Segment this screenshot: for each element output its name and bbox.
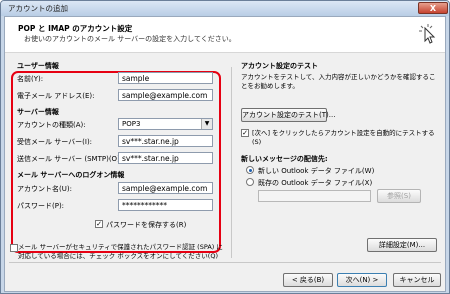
auto-test-label[interactable]: [次へ] をクリックしたらアカウント設定を自動的にテストする(S) [252, 129, 438, 147]
logon-info-heading: メール サーバーへのログオン情報 [17, 171, 125, 179]
pointer-click-icon [419, 24, 436, 44]
page-title: POP と IMAP のアカウント設定 [18, 24, 133, 33]
spa-label[interactable]: メール サーバーがセキュリティで保護されたパスワード認証 (SPA) に対応して… [18, 243, 228, 261]
dialog-header: POP と IMAP のアカウント設定 お使いのアカウントのメール サーバーの設… [5, 17, 445, 53]
account-name-label: アカウント名(U): [17, 185, 72, 193]
existing-data-file-label[interactable]: 既存の Outlook データ ファイル(X) [258, 178, 372, 188]
name-input[interactable]: sample [118, 72, 213, 84]
user-info-heading: ユーザー情報 [17, 62, 59, 70]
footer-divider [9, 262, 441, 263]
browse-button[interactable]: 参照(S) [377, 189, 421, 203]
password-label: パスワード(P): [17, 202, 65, 210]
new-data-file-label[interactable]: 新しい Outlook データ ファイル(W) [258, 166, 374, 176]
outgoing-server-label: 送信メール サーバー (SMTP)(O): [17, 155, 123, 163]
data-file-path-input[interactable] [258, 190, 371, 202]
account-type-value: POP3 [122, 120, 141, 128]
window-title: アカウントの追加 [8, 4, 68, 13]
new-data-file-radio[interactable] [246, 166, 254, 174]
email-label: 電子メール アドレス(E): [17, 92, 95, 100]
server-info-heading: サーバー情報 [17, 108, 59, 116]
more-settings-button[interactable]: 詳細設定(M)... [367, 238, 437, 252]
chevron-down-icon[interactable]: ▼ [201, 119, 212, 129]
dialog-body: POP と IMAP のアカウント設定 お使いのアカウントのメール サーバーの設… [4, 16, 446, 292]
next-button[interactable]: 次へ(N) > [337, 273, 387, 287]
name-label: 名前(Y): [17, 75, 44, 83]
back-button[interactable]: < 戻る(B) [283, 273, 333, 287]
outgoing-server-input[interactable]: sv***.star.ne.jp [118, 152, 213, 164]
save-password-label[interactable]: パスワードを保存する(R) [106, 220, 186, 230]
incoming-server-label: 受信メール サーバー(I): [17, 138, 93, 146]
column-divider [231, 67, 232, 258]
existing-data-file-radio[interactable] [246, 178, 254, 186]
email-input[interactable]: sample@example.com [118, 89, 213, 101]
test-description: アカウントをテストして、入力内容が正しいかどうかを確認することをお勧めします。 [241, 73, 436, 90]
auto-test-checkbox[interactable]: ✓ [241, 129, 249, 137]
page-subtitle: お使いのアカウントのメール サーバーの設定を入力してください。 [24, 35, 236, 43]
password-input[interactable]: ************ [118, 199, 213, 211]
cancel-button[interactable]: キャンセル [393, 273, 441, 287]
test-heading: アカウント設定のテスト [241, 62, 318, 70]
test-account-button[interactable]: アカウント設定のテスト(T)... [241, 108, 335, 122]
account-type-select[interactable]: POP3 ▼ [118, 118, 213, 130]
title-bar[interactable]: アカウントの追加 X [1, 1, 449, 16]
add-account-window: アカウントの追加 X POP と IMAP のアカウント設定 お使いのアカウント… [0, 0, 450, 294]
spa-checkbox[interactable] [10, 244, 18, 252]
save-password-checkbox[interactable]: ✓ [95, 220, 103, 228]
delivery-heading: 新しいメッセージの配信先: [241, 155, 328, 163]
account-name-input[interactable]: sample@example.com [118, 182, 213, 194]
close-button[interactable]: X [418, 2, 448, 14]
incoming-server-input[interactable]: sv***.star.ne.jp [118, 135, 213, 147]
account-type-label: アカウントの種類(A): [17, 121, 86, 129]
